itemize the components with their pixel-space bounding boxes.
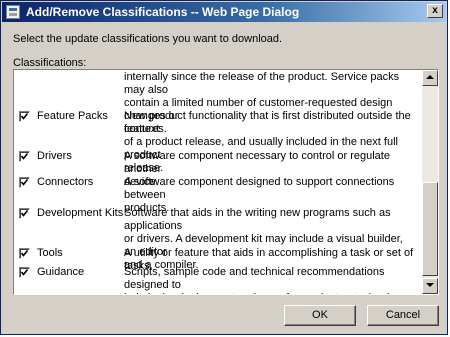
classification-checkbox[interactable] — [19, 111, 30, 122]
checkmark-icon — [21, 113, 28, 120]
classification-checkbox[interactable] — [19, 267, 30, 278]
description-line: help in the deployment and use of a prod… — [124, 292, 416, 294]
checkmark-icon — [21, 153, 28, 160]
scrollbar-thumb[interactable] — [422, 182, 438, 276]
dialog-icon — [6, 5, 20, 19]
description-line: New product functionality that is first … — [124, 110, 411, 135]
classification-name: Drivers — [37, 150, 72, 162]
classification-checkbox[interactable] — [19, 248, 30, 259]
description-line: Software that aids in the writing new pr… — [124, 207, 391, 232]
classifications-list[interactable]: internally since the release of the prod… — [13, 69, 439, 295]
classification-name: Development Kits — [37, 207, 124, 219]
classification-name: Connectors — [37, 176, 94, 188]
classification-description: Scripts, sample code and technical recom… — [124, 266, 416, 294]
vertical-scrollbar[interactable] — [422, 70, 438, 294]
description-line: A software component necessary to contro… — [124, 150, 390, 175]
description-line: A software component designed to support… — [124, 176, 395, 201]
checkmark-icon — [21, 210, 28, 217]
arrow-down-icon — [426, 283, 434, 287]
classification-checkbox[interactable] — [19, 208, 30, 219]
close-button[interactable]: x — [427, 4, 443, 18]
scroll-down-button[interactable] — [422, 278, 438, 294]
description-line: Scripts, sample code and technical recom… — [124, 266, 385, 291]
classification-name: Feature Packs — [37, 110, 108, 122]
classification-name: Guidance — [37, 266, 85, 278]
classifications-list-content: internally since the release of the prod… — [14, 70, 422, 294]
instruction-text: Select the update classifications you wa… — [13, 33, 283, 45]
title-bar[interactable]: Add/Remove Classifications -- Web Page D… — [2, 2, 446, 22]
arrow-up-icon — [426, 75, 434, 79]
classification-checkbox[interactable] — [19, 177, 30, 188]
dialog-window: Add/Remove Classifications -- Web Page D… — [0, 0, 448, 335]
classification-checkbox[interactable] — [19, 151, 30, 162]
checkmark-icon — [21, 250, 28, 257]
cancel-button[interactable]: Cancel — [367, 305, 439, 326]
scroll-up-button[interactable] — [422, 70, 438, 86]
ok-button[interactable]: OK — [284, 305, 356, 326]
window-title: Add/Remove Classifications -- Web Page D… — [26, 5, 300, 19]
description-line: internally since the release of the prod… — [124, 71, 400, 96]
checkmark-icon — [21, 179, 28, 186]
checkmark-icon — [21, 269, 28, 276]
classifications-label: Classifications: — [13, 57, 87, 69]
classification-name: Tools — [37, 247, 63, 259]
